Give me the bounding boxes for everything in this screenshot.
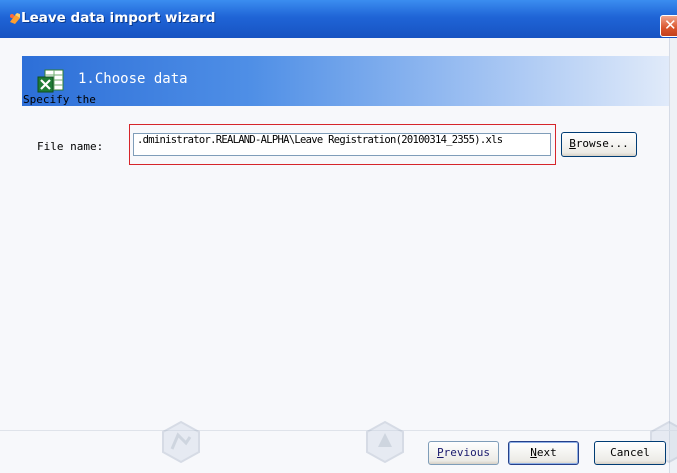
scroll-edge — [669, 38, 677, 473]
browse-mnemonic: B — [569, 137, 576, 150]
wizard-window: Leave data import wizard ✕ 1.Choose data… — [0, 0, 677, 473]
cancel-button[interactable]: Cancel — [594, 441, 666, 465]
instruction-text: Specify the — [23, 93, 96, 106]
browse-button[interactable]: Browse... — [561, 132, 637, 157]
wizard-body: 1.Choose data — [0, 38, 677, 473]
previous-label: revious — [443, 446, 490, 459]
next-mnemonic: N — [530, 446, 537, 459]
excel-icon — [37, 69, 64, 93]
file-name-label: File name: — [37, 140, 104, 153]
watermark-hex-icon — [162, 420, 200, 464]
previous-button[interactable]: Previous — [428, 441, 499, 465]
step-header: 1.Choose data — [22, 56, 677, 106]
close-icon: ✕ — [664, 16, 677, 34]
window-title: Leave data import wizard — [21, 10, 216, 26]
watermark-hex-icon-2 — [366, 420, 404, 464]
file-name-input[interactable]: .dministrator.REALAND-ALPHA\Leave Regist… — [133, 133, 551, 156]
app-icon — [10, 13, 20, 24]
close-button[interactable]: ✕ — [660, 15, 677, 37]
next-label: ext — [536, 446, 557, 459]
next-button[interactable]: Next — [508, 441, 579, 465]
previous-mnemonic: P — [437, 446, 444, 459]
step-title: 1.Choose data — [78, 71, 188, 87]
footer-divider — [0, 430, 677, 431]
title-bar[interactable]: Leave data import wizard ✕ — [0, 0, 677, 38]
browse-label: rowse... — [575, 137, 629, 150]
